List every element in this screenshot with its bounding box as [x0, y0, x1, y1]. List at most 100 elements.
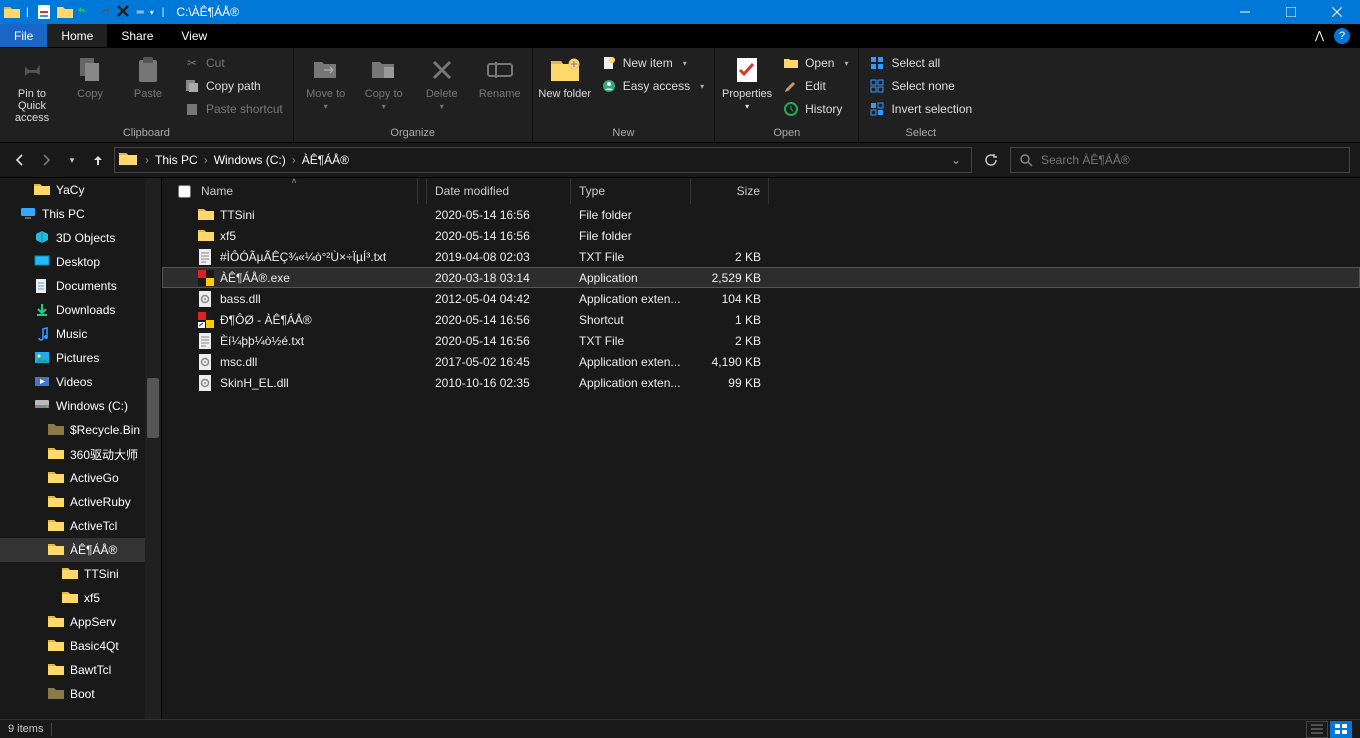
view-large-icons-button[interactable]	[1330, 721, 1352, 738]
forward-button[interactable]	[36, 150, 56, 170]
file-row[interactable]: Èí¼þþ¼ò½é.txt2020-05-14 16:56TXT File2 K…	[162, 330, 1360, 351]
col-type[interactable]: Type	[571, 178, 691, 204]
tree-item-label: TTSini	[84, 567, 119, 581]
chevron-right-icon[interactable]: ›	[290, 153, 298, 167]
paste-button[interactable]: Paste	[120, 50, 176, 100]
refresh-button[interactable]	[978, 147, 1004, 173]
tree-item[interactable]: AppServ	[0, 610, 161, 634]
open-button[interactable]: Open▾	[777, 52, 854, 74]
properties-button[interactable]: Properties▾	[719, 50, 775, 111]
tree-item[interactable]: Downloads	[0, 298, 161, 322]
minimize-button[interactable]	[1222, 0, 1268, 24]
invert-selection-button[interactable]: Invert selection	[863, 98, 978, 120]
tree-item[interactable]: 360驱动大师	[0, 442, 161, 466]
qat-redo-icon[interactable]	[97, 5, 111, 19]
file-date: 2020-05-14 16:56	[427, 208, 571, 222]
tree-item[interactable]: Pictures	[0, 346, 161, 370]
scrollbar-thumb[interactable]	[147, 378, 159, 438]
copy-to-button[interactable]: Copy to▾	[356, 50, 412, 111]
copy-path-button[interactable]: Copy path	[178, 75, 289, 97]
qat-dropdown-icon[interactable]: ═	[137, 7, 144, 18]
pin-button[interactable]: Pin to Quick access	[4, 50, 60, 124]
folder-icon	[48, 470, 64, 486]
tree-item[interactable]: TTSini	[0, 562, 161, 586]
select-all-checkbox[interactable]	[178, 185, 191, 198]
tree-item[interactable]: Documents	[0, 274, 161, 298]
search-box[interactable]: Search ÀÊ¶ÁÅ®	[1010, 147, 1350, 173]
file-size: 2 KB	[691, 334, 769, 348]
new-item-button[interactable]: New item▾	[595, 52, 710, 74]
tree-item[interactable]: YaCy	[0, 178, 161, 202]
qat-undo-icon[interactable]	[77, 5, 91, 19]
tree-item[interactable]: Desktop	[0, 250, 161, 274]
tree-item[interactable]: BawtTcl	[0, 658, 161, 682]
qat-newfolder-icon[interactable]	[57, 5, 71, 19]
tree-item[interactable]: Music	[0, 322, 161, 346]
file-row[interactable]: TTSini2020-05-14 16:56File folder	[162, 204, 1360, 225]
tree-scrollbar[interactable]	[145, 178, 161, 719]
paste-shortcut-button[interactable]: Paste shortcut	[178, 98, 289, 120]
rename-button[interactable]: Rename	[472, 50, 528, 100]
select-none-icon	[869, 78, 885, 94]
tab-file[interactable]: File	[0, 24, 47, 47]
history-button[interactable]: History	[777, 98, 854, 120]
recent-dropdown[interactable]: ▾	[62, 150, 82, 170]
select-none-button[interactable]: Select none	[863, 75, 978, 97]
tree-item[interactable]: ÀÊ¶ÁÅ®	[0, 538, 161, 562]
tab-view[interactable]: View	[167, 24, 221, 47]
col-name[interactable]: Name ˄	[162, 178, 427, 204]
maximize-button[interactable]	[1268, 0, 1314, 24]
tree-item[interactable]: $Recycle.Bin	[0, 418, 161, 442]
move-to-button[interactable]: Move to▾	[298, 50, 354, 111]
edit-button[interactable]: Edit	[777, 75, 854, 97]
file-row[interactable]: #ÌÔÓÃµÃÊÇ¾«¼ò°²Ù×÷ÏµÍ³.txt2019-04-08 02:…	[162, 246, 1360, 267]
chevron-right-icon[interactable]: ›	[143, 153, 151, 167]
file-row[interactable]: xf52020-05-14 16:56File folder	[162, 225, 1360, 246]
tab-home[interactable]: Home	[47, 24, 107, 47]
delete-button[interactable]: Delete▾	[414, 50, 470, 111]
col-date[interactable]: Date modified	[427, 178, 571, 204]
crumb-current[interactable]: ÀÊ¶ÁÅ®	[298, 153, 353, 167]
qat-chevron-icon[interactable]: ▾	[150, 8, 154, 17]
tree-item[interactable]: Boot	[0, 682, 161, 706]
new-folder-button[interactable]: New folder	[537, 50, 593, 100]
col-size[interactable]: Size	[691, 178, 769, 204]
file-row[interactable]: Ð¶ÔØ - ÀÊ¶ÁÅ®2020-05-14 16:56Shortcut1 K…	[162, 309, 1360, 330]
tree-item[interactable]: ActiveRuby	[0, 490, 161, 514]
ribbon: Pin to Quick access Copy Paste ✂Cut Copy…	[0, 48, 1360, 142]
up-button[interactable]	[88, 150, 108, 170]
back-button[interactable]	[10, 150, 30, 170]
select-all-button[interactable]: Select all	[863, 52, 978, 74]
folder-icon	[48, 446, 64, 462]
tree-item[interactable]: ActiveGo	[0, 466, 161, 490]
file-row[interactable]: ÀÊ¶ÁÅ®.exe2020-03-18 03:14Application2,5…	[162, 267, 1360, 288]
copy-button[interactable]: Copy	[62, 50, 118, 100]
view-details-button[interactable]	[1306, 721, 1328, 738]
crumb-this-pc[interactable]: This PC	[151, 153, 202, 167]
tree-item[interactable]: xf5	[0, 586, 161, 610]
qat-delete-icon[interactable]	[117, 5, 131, 19]
file-row[interactable]: msc.dll2017-05-02 16:45Application exten…	[162, 351, 1360, 372]
file-row[interactable]: bass.dll2012-05-04 04:42Application exte…	[162, 288, 1360, 309]
tree-item[interactable]: 3D Objects	[0, 226, 161, 250]
qat-properties-icon[interactable]	[37, 5, 51, 19]
tree-item[interactable]: Windows (C:)	[0, 394, 161, 418]
tree-item[interactable]: Videos	[0, 370, 161, 394]
crumb-drive[interactable]: Windows (C:)	[210, 153, 290, 167]
breadcrumb-dropdown[interactable]: ⌄	[945, 153, 967, 167]
ribbon-collapse-icon[interactable]: ⋀	[1315, 29, 1324, 42]
easy-access-button[interactable]: Easy access▾	[595, 75, 710, 97]
cut-button[interactable]: ✂Cut	[178, 52, 289, 74]
help-icon[interactable]: ?	[1334, 28, 1350, 44]
close-button[interactable]	[1314, 0, 1360, 24]
tree-item[interactable]: This PC	[0, 202, 161, 226]
breadcrumb[interactable]: › This PC › Windows (C:) › ÀÊ¶ÁÅ® ⌄	[114, 147, 972, 173]
tree-item-label: Boot	[70, 687, 95, 701]
group-label-new: New	[612, 125, 634, 142]
properties-icon	[731, 54, 763, 86]
tree-item[interactable]: Basic4Qt	[0, 634, 161, 658]
tree-item[interactable]: ActiveTcl	[0, 514, 161, 538]
file-row[interactable]: SkinH_EL.dll2010-10-16 02:35Application …	[162, 372, 1360, 393]
tab-share[interactable]: Share	[107, 24, 167, 47]
chevron-right-icon[interactable]: ›	[202, 153, 210, 167]
